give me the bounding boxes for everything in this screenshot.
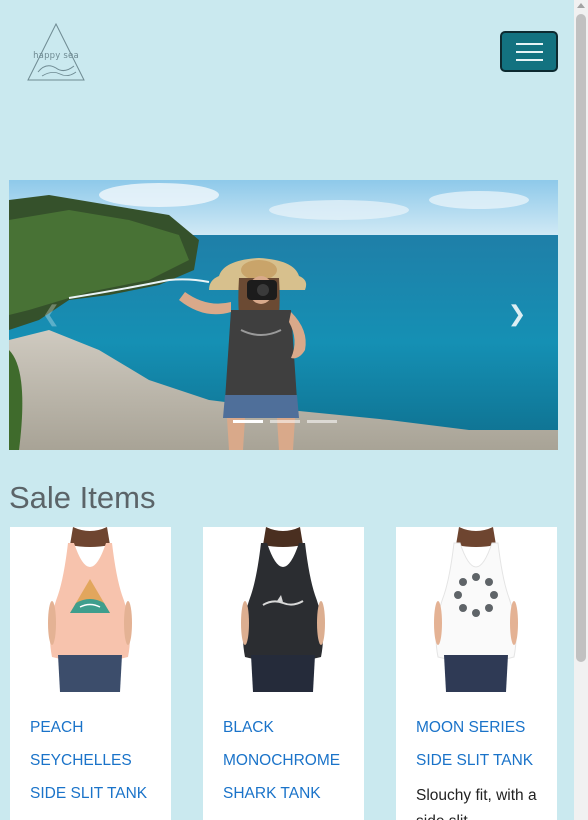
sale-items-heading: Sale Items — [9, 480, 156, 515]
logo-text: happy sea — [33, 51, 79, 61]
product-name-link[interactable]: Black Monochrome Shark Tank — [223, 711, 353, 810]
chevron-left-icon: ❮ — [41, 301, 61, 327]
scrollbar-thumb[interactable] — [576, 14, 586, 662]
product-card[interactable]: Moon Series Side Slit Tank Slouchy fit, … — [396, 527, 557, 820]
product-image — [48, 527, 132, 692]
product-name-link[interactable]: Peach Seychelles Side Slit Tank — [30, 711, 160, 810]
carousel-indicators — [233, 420, 337, 423]
carousel-indicator-2[interactable] — [270, 420, 300, 423]
product-image — [434, 527, 518, 692]
product-card[interactable]: Black Monochrome Shark Tank — [203, 527, 364, 820]
product-description: Slouchy fit, with a side slit — [416, 787, 537, 820]
product-image — [241, 527, 325, 692]
hero-slide-image — [9, 180, 558, 450]
menu-toggle-button[interactable] — [500, 31, 558, 72]
page-scrollbar[interactable] — [574, 0, 588, 820]
scroll-up-icon[interactable] — [577, 3, 585, 8]
chevron-right-icon: ❯ — [507, 301, 527, 327]
hero-carousel[interactable]: ❮ ❯ — [9, 180, 558, 450]
carousel-indicator-1[interactable] — [233, 420, 263, 423]
product-name-link[interactable]: Moon Series Side Slit Tank — [416, 711, 546, 777]
carousel-indicator-3[interactable] — [307, 420, 337, 423]
hamburger-icon — [516, 43, 543, 45]
brand-logo[interactable]: happy sea — [26, 22, 86, 82]
carousel-next-button[interactable]: ❯ — [499, 296, 535, 332]
carousel-prev-button[interactable]: ❮ — [33, 296, 69, 332]
product-card[interactable]: Peach Seychelles Side Slit Tank — [10, 527, 171, 820]
